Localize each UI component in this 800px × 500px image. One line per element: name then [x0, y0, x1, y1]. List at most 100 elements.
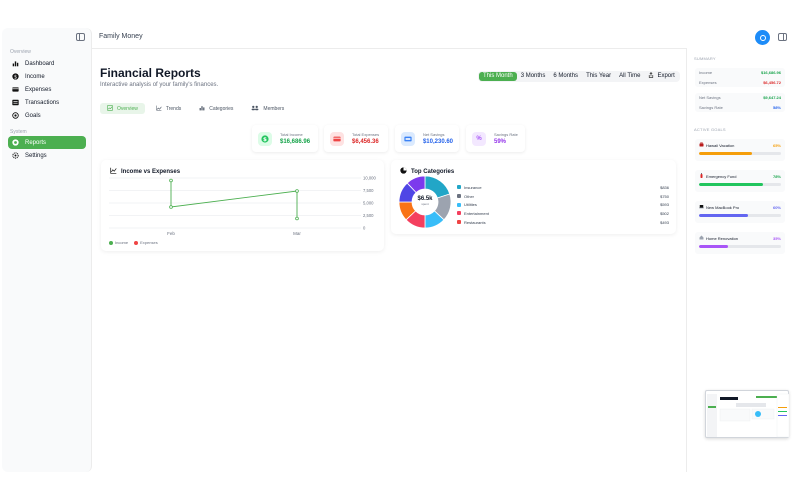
category-swatch: [457, 211, 461, 216]
goal-emergency-fund[interactable]: Emergency Fund 78%: [695, 170, 785, 192]
summary-value: $6,456.72: [763, 79, 781, 85]
y-tick-label: 2,500: [363, 213, 374, 218]
range-selector: This Month 3 Months 6 Months This Year A…: [478, 71, 680, 82]
donut-slice[interactable]: [424, 175, 451, 199]
tab-label: Overview: [117, 105, 138, 112]
data-point[interactable]: [169, 205, 173, 209]
summary-row-income: Income $16,686.96: [695, 68, 785, 78]
stat-total-expenses: Total Expenses $6,456.36: [324, 125, 388, 152]
sidebar-item-transactions[interactable]: Transactions: [8, 96, 86, 109]
goal-progress-track: [699, 183, 781, 186]
range-6-months[interactable]: 6 Months: [549, 72, 582, 81]
sidebar-item-goals[interactable]: Goals: [8, 109, 86, 122]
page-subtitle: Interactive analysis of your family's fi…: [100, 82, 219, 88]
laptop-icon: [699, 204, 704, 210]
category-row: Entertainment $502: [457, 209, 669, 218]
category-row: Other $750: [457, 192, 669, 201]
goal-percent: 35%: [772, 235, 781, 241]
legend-dot: [109, 240, 113, 245]
goal-progress-fill: [699, 214, 749, 217]
sidebar-item-label: Goals: [25, 112, 41, 119]
summary-value: $16,686.96: [760, 70, 781, 76]
goals-heading: ACTIVE GOALS: [694, 127, 726, 132]
sidebar-item-settings[interactable]: Settings: [8, 149, 86, 162]
share-icon: [648, 71, 654, 82]
legend-income: Income: [109, 240, 128, 245]
y-tick-label: 7,500: [363, 188, 374, 193]
range-this-year[interactable]: This Year: [582, 72, 615, 81]
summary-row-savings-rate: Savings Rate 58%: [695, 103, 785, 113]
legend-dot: [134, 240, 139, 245]
summary-box-savings: Net Savings $9,647.24 Savings Rate 58%: [695, 93, 785, 112]
range-all-time[interactable]: All Time: [615, 72, 644, 81]
goal-name: Emergency Fund: [706, 173, 737, 179]
goal-new-macbook-pro[interactable]: New MacBook Pro 60%: [695, 201, 785, 223]
goal-name: Home Renovation: [706, 235, 739, 241]
sidebar-section-overview: Overview: [10, 49, 31, 55]
percent-icon: %: [472, 131, 486, 146]
summary-row-expenses: Expenses $6,456.72: [695, 78, 785, 88]
legend-expenses: Expenses: [134, 240, 158, 245]
gear-icon: [12, 152, 19, 159]
category-row: Restaurants $493: [457, 218, 669, 227]
goal-progress-fill: [699, 183, 763, 186]
category-row: Utilities $593: [457, 200, 669, 209]
list-icon: [12, 99, 19, 106]
x-tick-label: Mar: [293, 231, 301, 236]
sidebar: Overview Dashboard $ Income Expenses Tra…: [2, 28, 92, 472]
y-tick-label: 5,000: [363, 201, 374, 206]
sidebar-item-income[interactable]: $ Income: [8, 70, 86, 83]
data-point[interactable]: [295, 216, 299, 221]
sidebar-item-label: Reports: [25, 139, 47, 146]
tab-trends[interactable]: Trends: [149, 103, 188, 114]
summary-label: Net Savings: [699, 95, 721, 101]
goal-progress-fill: [699, 245, 728, 248]
bar-chart-icon: [12, 60, 19, 67]
summary-row-net-savings: Net Savings $9,647.24: [695, 93, 785, 103]
tab-categories[interactable]: Categories: [192, 103, 240, 114]
sidebar-item-dashboard[interactable]: Dashboard: [8, 57, 86, 70]
tab-label: Trends: [165, 105, 182, 112]
app-title: Family Money: [99, 33, 143, 40]
tab-overview[interactable]: Overview: [100, 103, 145, 114]
top-categories-card: Top Categories $6.5k spent Insurance $836…: [391, 160, 676, 234]
goal-home-renovation[interactable]: Home Renovation 35%: [695, 232, 785, 254]
income-vs-expenses-card: Income vs Expenses 10,000 7,500 5,000 2,500…: [101, 160, 384, 251]
category-name: Entertainment: [464, 210, 489, 216]
report-icon: [12, 139, 19, 146]
target-icon: [12, 112, 19, 119]
sidebar-toggle-icon[interactable]: [76, 33, 85, 41]
category-swatch: [457, 220, 461, 225]
sidebar-item-expenses[interactable]: Expenses: [8, 83, 86, 96]
export-button[interactable]: Export: [644, 71, 678, 82]
stat-value: $6,456.36: [352, 139, 379, 145]
stat-value: $10,230.60: [422, 139, 453, 145]
stat-value: $16,686.96: [280, 139, 311, 145]
card-icon: [330, 131, 344, 146]
window-thumbnail[interactable]: [705, 390, 790, 438]
page-title: Financial Reports: [100, 66, 201, 80]
range-3-months[interactable]: 3 Months: [517, 72, 550, 81]
thumbnail-image: [707, 393, 790, 438]
x-tick-label: Feb: [167, 231, 175, 236]
sidebar-item-label: Expenses: [25, 86, 52, 93]
tab-members[interactable]: Members: [244, 103, 291, 114]
data-point[interactable]: [295, 189, 299, 193]
sidebar-item-reports[interactable]: Reports: [8, 136, 86, 149]
goal-progress-track: [699, 214, 781, 217]
summary-box-totals: Income $16,686.96 Expenses $6,456.72: [695, 68, 785, 87]
goal-hawaii-vacation[interactable]: Hawaii Vacation 65%: [695, 139, 785, 161]
stat-savings-rate: % Savings Rate 59%: [466, 125, 525, 152]
data-point[interactable]: [169, 178, 173, 183]
summary-value: 58%: [772, 104, 781, 110]
divider: [92, 48, 686, 49]
view-tabs: Overview Trends Categories Members: [100, 103, 291, 114]
sidebar-item-label: Transactions: [25, 99, 60, 106]
stat-label: Savings Rate: [494, 132, 518, 137]
extinguisher-icon: [699, 173, 704, 179]
panel-toggle-icon[interactable]: [778, 33, 787, 41]
overview-icon: [107, 104, 113, 113]
sidebar-section-system: System: [10, 129, 27, 135]
profile-button[interactable]: [755, 30, 770, 45]
range-this-month[interactable]: This Month: [479, 72, 517, 81]
